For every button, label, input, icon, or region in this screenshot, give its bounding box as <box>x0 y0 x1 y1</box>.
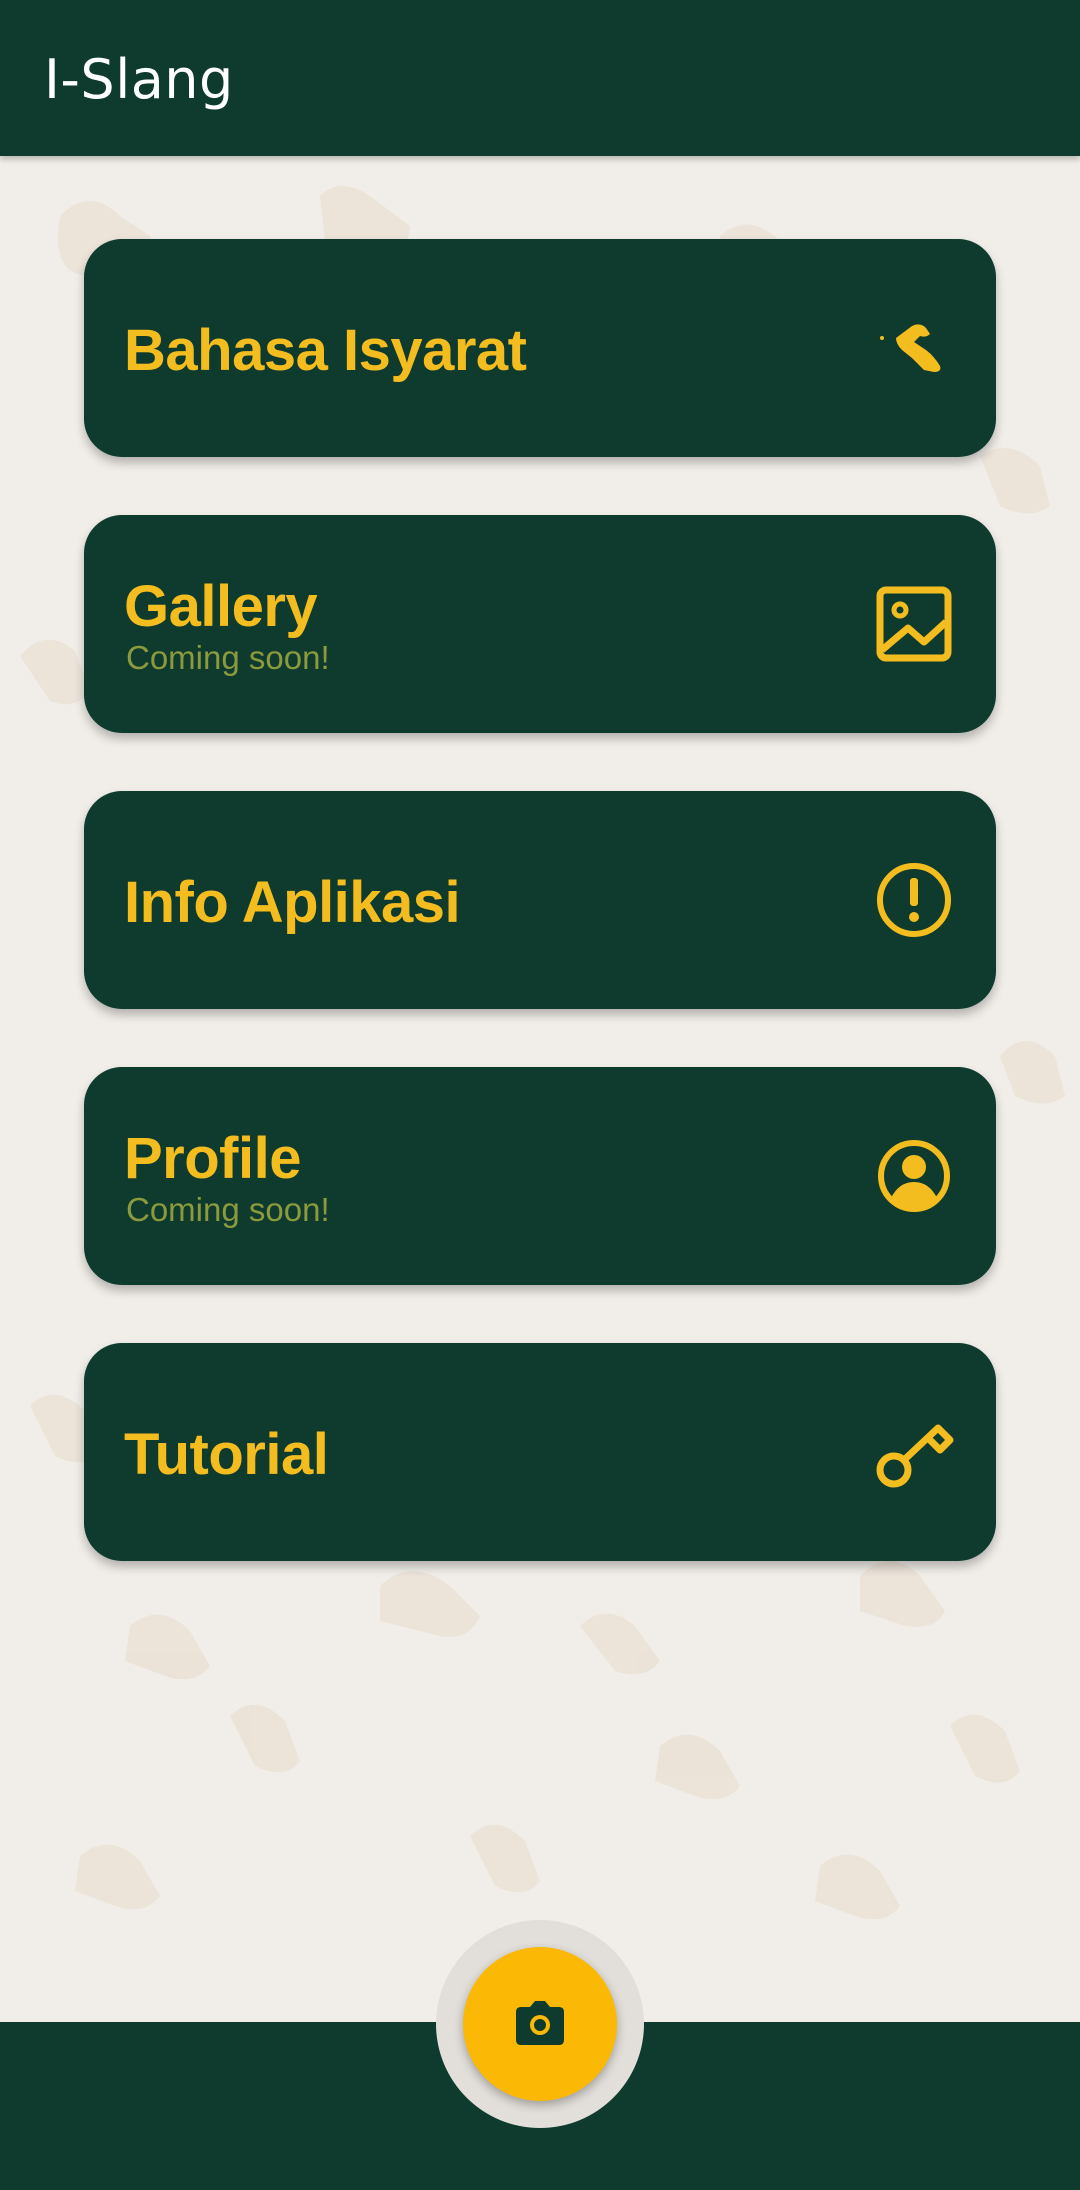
card-title: Tutorial <box>124 1422 329 1487</box>
hand-sign-icon <box>880 324 941 372</box>
card-subtitle: Coming soon! <box>126 1191 330 1228</box>
card-subtitle: Coming soon! <box>126 639 330 676</box>
app-title: I-Slang <box>44 48 234 111</box>
card-title: Profile <box>124 1126 302 1191</box>
menu-card-info-aplikasi[interactable]: Info Aplikasi <box>84 791 996 1009</box>
card-title: Info Aplikasi <box>124 870 461 935</box>
menu-card-bahasa-isyarat[interactable]: Bahasa Isyarat <box>84 239 996 457</box>
account-circle-icon <box>878 1140 950 1212</box>
camera-icon <box>516 2001 564 2045</box>
card-title: Bahasa Isyarat <box>124 318 527 383</box>
info-circle-icon <box>877 863 951 937</box>
app-bar: I-Slang <box>0 0 1080 156</box>
menu-card-profile[interactable]: Profile Coming soon! <box>84 1067 996 1285</box>
menu-card-gallery[interactable]: Gallery Coming soon! <box>84 515 996 733</box>
image-icon <box>876 586 952 662</box>
menu-card-tutorial[interactable]: Tutorial <box>84 1343 996 1561</box>
key-icon <box>876 1424 954 1488</box>
camera-button[interactable] <box>463 1947 617 2101</box>
card-title: Gallery <box>124 574 318 639</box>
